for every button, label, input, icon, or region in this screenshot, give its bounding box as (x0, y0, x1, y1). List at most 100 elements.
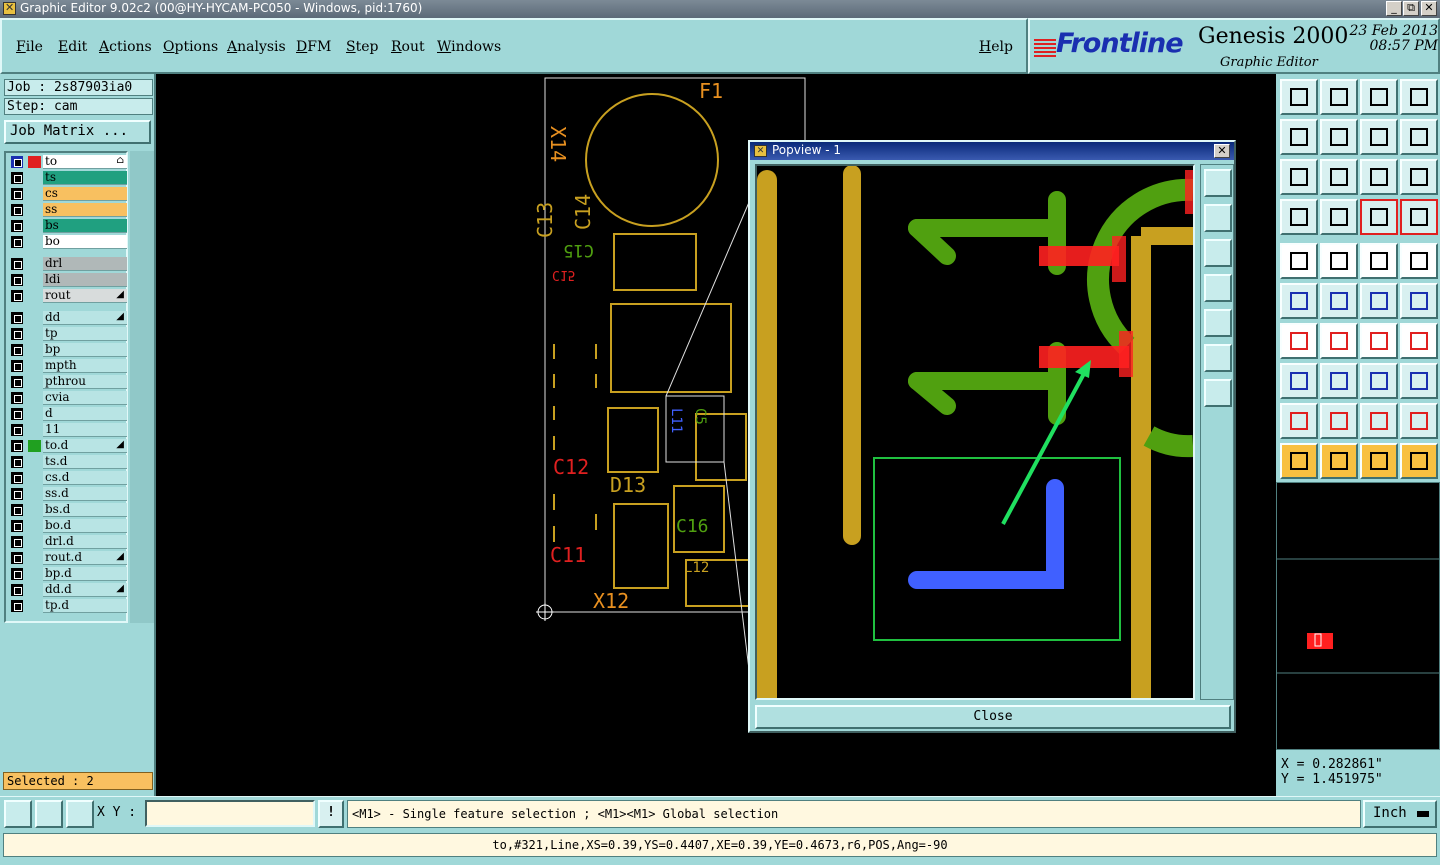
add-line-icon[interactable] (1320, 243, 1358, 279)
layer-checkbox[interactable] (11, 440, 23, 452)
layer-affect-toggle[interactable] (28, 156, 41, 168)
layer-scroll-strip[interactable] (130, 151, 154, 623)
redo-view-icon[interactable] (1400, 119, 1438, 155)
popview-pan-up-icon[interactable] (1204, 204, 1232, 232)
layer-affect-toggle[interactable] (28, 584, 41, 596)
connect-icon[interactable] (1360, 363, 1398, 399)
layer-row[interactable]: bs.d (9, 503, 127, 517)
layer-affect-toggle[interactable] (28, 220, 41, 232)
grid-toggle-icon[interactable] (1320, 199, 1358, 235)
layer-checkbox[interactable] (11, 456, 23, 468)
menu-options[interactable]: Options (163, 39, 218, 55)
message-button[interactable]: ! (318, 800, 344, 828)
layer-affect-toggle[interactable] (28, 312, 41, 324)
layer-affect-toggle[interactable] (28, 520, 41, 532)
layer-checkbox[interactable] (11, 312, 23, 324)
layer-name[interactable]: bp (43, 343, 127, 357)
layer-name[interactable]: ts (43, 171, 127, 185)
layer-checkbox[interactable] (11, 156, 23, 168)
layer-affect-toggle[interactable] (28, 552, 41, 564)
layer-affect-toggle[interactable] (28, 488, 41, 500)
layer-name[interactable]: drl.d (43, 535, 127, 549)
snap-red-icon[interactable] (1360, 199, 1398, 235)
popview-zoom-in-icon[interactable] (1204, 344, 1232, 372)
layer-name[interactable]: bs (43, 219, 127, 233)
layer-name[interactable]: cvia (43, 391, 127, 405)
layer-name[interactable]: cs (43, 187, 127, 201)
popview-titlebar[interactable]: ✕ Popview - 1 ✕ (750, 142, 1234, 160)
popview-canvas[interactable] (755, 164, 1195, 700)
snap-red-2-icon[interactable] (1400, 199, 1438, 235)
layer-name[interactable]: bo.d (43, 519, 127, 533)
layer-checkbox[interactable] (11, 552, 23, 564)
layer-affect-toggle[interactable] (28, 568, 41, 580)
layer-name[interactable]: rout.d (43, 551, 127, 565)
layer-affect-toggle[interactable] (28, 236, 41, 248)
layer-row[interactable]: bp.d (9, 567, 127, 581)
xy-input[interactable] (145, 800, 315, 827)
layer-name[interactable]: d (43, 407, 127, 421)
popview-close-button[interactable]: Close (755, 705, 1231, 729)
fit-view-icon[interactable] (1280, 159, 1318, 195)
help-icon[interactable] (1400, 159, 1438, 195)
popview-window[interactable]: ✕ Popview - 1 ✕ Close (748, 140, 1236, 733)
zoom-fit-icon[interactable] (4, 800, 32, 828)
popview-pan-left-icon[interactable] (1204, 274, 1232, 302)
layer-name[interactable]: rout (43, 289, 127, 303)
layer-checkbox[interactable] (11, 584, 23, 596)
layer-affect-toggle[interactable] (28, 344, 41, 356)
layer-affect-toggle[interactable] (28, 376, 41, 388)
layer-checkbox[interactable] (11, 274, 23, 286)
overview-map[interactable] (1276, 482, 1440, 750)
layer-name[interactable]: drl (43, 257, 127, 271)
layer-name[interactable]: 11 (43, 423, 127, 437)
layer-affect-toggle[interactable] (28, 204, 41, 216)
layer-name[interactable]: mpth (43, 359, 127, 373)
scale-1-2-icon[interactable] (1360, 159, 1398, 195)
layer-checkbox[interactable] (11, 290, 23, 302)
layer-name[interactable]: bs.d (43, 503, 127, 517)
layer-row[interactable]: 11 (9, 423, 127, 437)
layer-row[interactable]: dd ◢ (9, 311, 127, 325)
open-job-icon[interactable] (1280, 79, 1318, 115)
layer-name[interactable]: ldi (43, 273, 127, 287)
layer-checkbox[interactable] (11, 536, 23, 548)
pan-left-icon[interactable] (1280, 119, 1318, 155)
circle-icon[interactable] (1400, 243, 1438, 279)
mirror-icon[interactable] (1400, 323, 1438, 359)
layer-affect-toggle[interactable] (28, 536, 41, 548)
move-icon[interactable] (1280, 283, 1318, 319)
layer-name[interactable]: tp (43, 327, 127, 341)
layer-row[interactable]: rout ◢ (9, 289, 127, 303)
layer-checkbox[interactable] (11, 568, 23, 580)
layer-affect-toggle[interactable] (28, 290, 41, 302)
layer-row[interactable]: cs.d (9, 471, 127, 485)
popview-detail[interactable] (757, 166, 1193, 698)
layer-checkbox[interactable] (11, 392, 23, 404)
undo-view-icon[interactable] (1360, 119, 1398, 155)
layer-name[interactable]: tp.d (43, 599, 127, 613)
layer-checkbox[interactable] (11, 376, 23, 388)
add-pad-icon[interactable] (1280, 243, 1318, 279)
layer-row[interactable]: pthrou (9, 375, 127, 389)
units-selector[interactable]: Inch (1363, 800, 1437, 828)
attribute-icon[interactable] (1280, 363, 1318, 399)
layer-affect-toggle[interactable] (28, 392, 41, 404)
job-matrix-button[interactable]: Job Matrix ... (4, 120, 151, 144)
menu-step[interactable]: Step (346, 39, 378, 55)
popview-zoom-window-icon[interactable] (1204, 169, 1232, 197)
layer-row[interactable]: ldi (9, 273, 127, 287)
layer-name[interactable]: to.d (43, 439, 127, 453)
layer-name[interactable]: to (43, 155, 127, 169)
measure-icon[interactable] (1280, 199, 1318, 235)
layer-affect-toggle[interactable] (28, 440, 41, 452)
select-icon[interactable] (1280, 443, 1318, 479)
layer-affect-toggle[interactable] (28, 360, 41, 372)
popview-close-icon[interactable]: ✕ (1214, 144, 1230, 158)
layer-checkbox[interactable] (11, 204, 23, 216)
layer-row[interactable]: bo.d (9, 519, 127, 533)
layer-row[interactable]: bs (9, 219, 127, 233)
layer-row[interactable]: bp (9, 343, 127, 357)
layer-checkbox[interactable] (11, 258, 23, 270)
layer-name[interactable]: bo (43, 235, 127, 249)
